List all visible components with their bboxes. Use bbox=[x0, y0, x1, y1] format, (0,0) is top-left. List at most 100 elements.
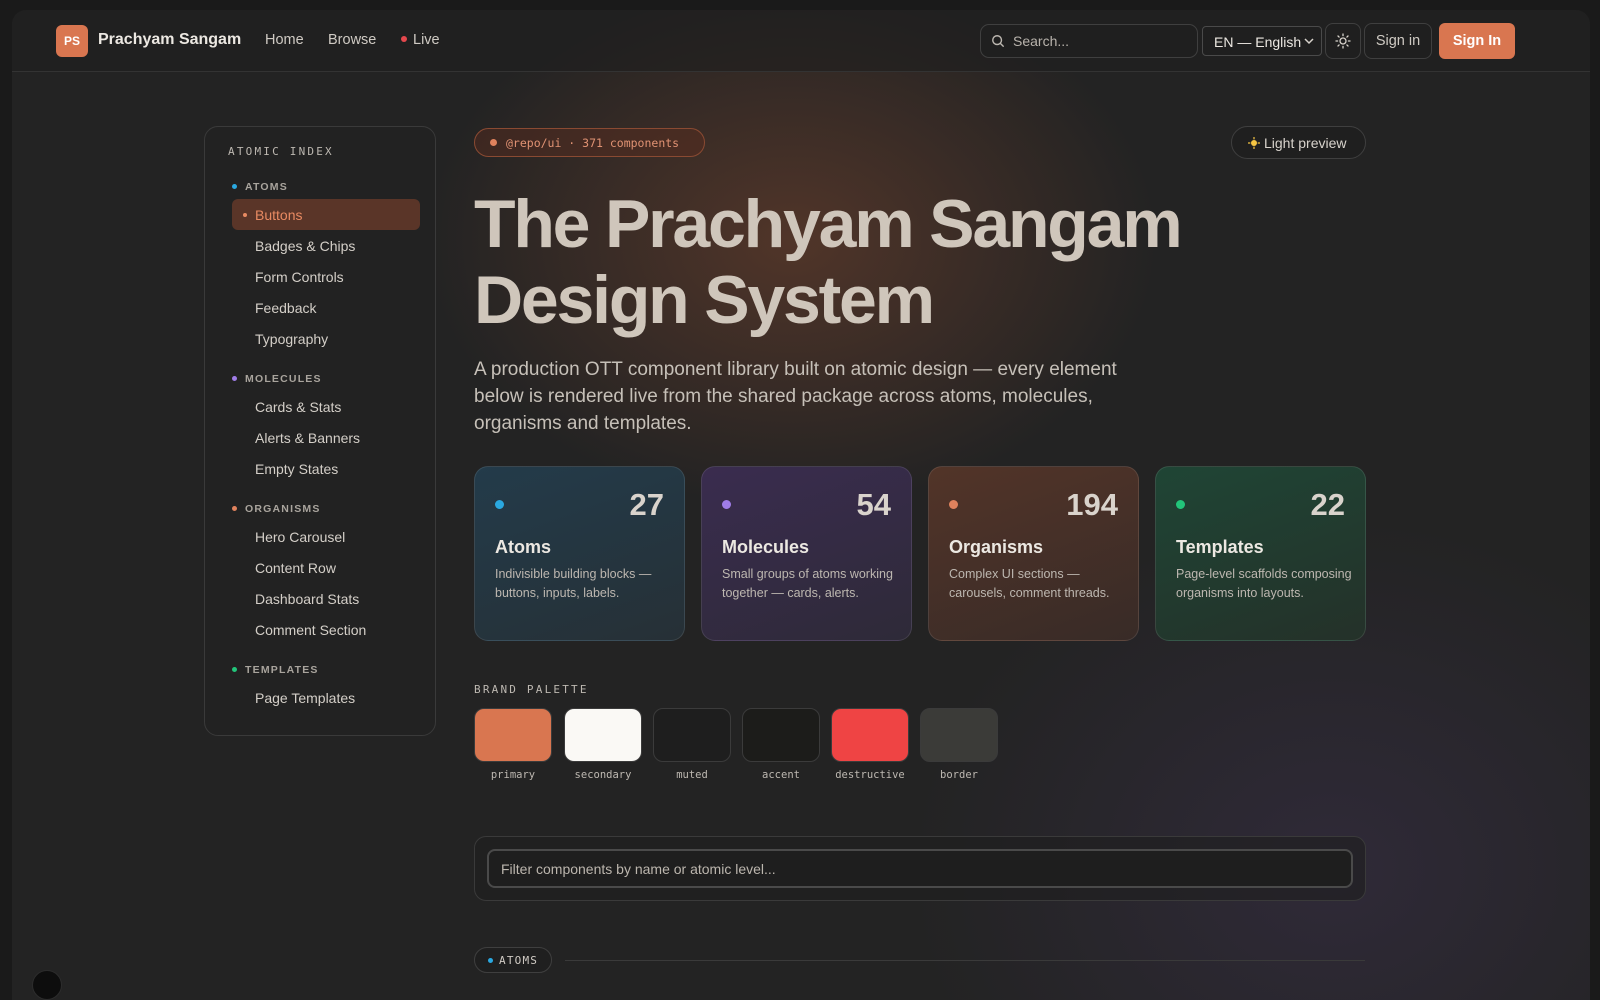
sidebar-group-templates: TEMPLATES bbox=[232, 664, 319, 676]
sidebar-item-badges-chips[interactable]: Badges & Chips bbox=[232, 230, 420, 261]
stat-title: Atoms bbox=[495, 537, 552, 557]
search-box[interactable] bbox=[980, 24, 1198, 58]
light-preview-button[interactable]: Light preview bbox=[1231, 126, 1366, 159]
sun-icon bbox=[1247, 136, 1261, 150]
page-description: A production OTT component library built… bbox=[474, 359, 1117, 434]
nav-live-link[interactable]: Live bbox=[401, 32, 440, 48]
section-divider bbox=[565, 960, 1365, 961]
stat-card-molecules[interactable]: 54 Molecules Small groups of atoms worki… bbox=[701, 466, 912, 641]
swatch-color bbox=[742, 708, 820, 762]
stat-card-organisms[interactable]: 194 Organisms Complex UI sections — caro… bbox=[928, 466, 1139, 641]
sidebar-item-dashboard-stats[interactable]: Dashboard Stats bbox=[232, 583, 420, 614]
swatch-color bbox=[831, 708, 909, 762]
sidebar-title: ATOMIC INDEX bbox=[228, 145, 334, 158]
swatch-color bbox=[653, 708, 731, 762]
sidebar-item-form-controls[interactable]: Form Controls bbox=[232, 261, 420, 292]
swatch-color bbox=[474, 708, 552, 762]
swatch-label: accent bbox=[762, 769, 800, 781]
swatch-label: secondary bbox=[574, 769, 632, 781]
sidebar-item-alerts-banners[interactable]: Alerts & Banners bbox=[232, 422, 420, 453]
nav-live-label: Live bbox=[413, 32, 440, 48]
sidebar-item-typography[interactable]: Typography bbox=[232, 323, 420, 354]
sign-in-ghost-button[interactable]: Sign in bbox=[1364, 23, 1432, 59]
stat-description: Complex UI sections — carousels, comment… bbox=[949, 567, 1110, 600]
light-preview-label: Light preview bbox=[1264, 135, 1347, 151]
swatch-border[interactable]: border bbox=[920, 708, 998, 781]
sidebar-group-label: ATOMS bbox=[245, 181, 288, 193]
theme-toggle-button[interactable] bbox=[1325, 23, 1361, 59]
sidebar-group-molecules: MOLECULES bbox=[232, 373, 322, 385]
stat-card-atoms[interactable]: 27 Atoms Indivisible building blocks — b… bbox=[474, 466, 685, 641]
swatch-destructive[interactable]: destructive bbox=[831, 708, 909, 781]
atomic-index-sidebar: ATOMIC INDEX ATOMS Buttons Badges & Chip… bbox=[204, 126, 436, 736]
logo[interactable]: PS bbox=[56, 25, 88, 57]
sidebar-item-buttons[interactable]: Buttons bbox=[232, 199, 420, 230]
stat-title: Molecules bbox=[722, 537, 810, 557]
active-dot bbox=[243, 213, 247, 217]
sidebar-item-page-templates[interactable]: Page Templates bbox=[232, 682, 420, 713]
sidebar-group-label: TEMPLATES bbox=[245, 664, 319, 676]
swatch-label: destructive bbox=[835, 769, 905, 781]
language-select[interactable]: EN — English bbox=[1202, 26, 1322, 56]
stat-card-templates[interactable]: 22 Templates Page-level scaffolds compos… bbox=[1155, 466, 1366, 641]
chevron-down-icon bbox=[1304, 38, 1314, 45]
sidebar-group-organisms: ORGANISMS bbox=[232, 503, 321, 515]
search-input[interactable] bbox=[1013, 25, 1193, 57]
brand-palette-label: BRAND PALETTE bbox=[474, 683, 589, 696]
floating-corner-button[interactable] bbox=[32, 970, 62, 1000]
sidebar-item-cards-stats[interactable]: Cards & Stats bbox=[232, 391, 420, 422]
live-indicator-dot bbox=[401, 36, 407, 43]
app-window: PS Prachyam Sangam Home Browse Live EN —… bbox=[12, 10, 1590, 1000]
atoms-dot bbox=[495, 500, 504, 509]
search-icon bbox=[992, 35, 1004, 47]
stat-description: Indivisible building blocks — buttons, i… bbox=[495, 567, 652, 600]
sidebar-group-label: MOLECULES bbox=[245, 373, 322, 385]
stat-title: Organisms bbox=[949, 537, 1044, 557]
sidebar-item-feedback[interactable]: Feedback bbox=[232, 292, 420, 323]
swatch-color bbox=[564, 708, 642, 762]
sidebar-group-label: ORGANISMS bbox=[245, 503, 321, 515]
nav-browse-link[interactable]: Browse bbox=[328, 32, 376, 48]
section-label: ATOMS bbox=[499, 954, 539, 967]
atoms-dot bbox=[232, 184, 237, 189]
sun-icon bbox=[1335, 33, 1351, 49]
swatch-label: border bbox=[940, 769, 978, 781]
templates-dot bbox=[232, 667, 237, 672]
language-select-value: EN — English bbox=[1214, 34, 1302, 50]
page-title-line1: The Prachyam Sangam bbox=[474, 186, 1183, 262]
sidebar-item-comment-section[interactable]: Comment Section bbox=[232, 614, 420, 645]
stat-title: Templates bbox=[1176, 537, 1264, 557]
pill-label: @repo/ui · 371 components bbox=[506, 136, 680, 150]
sidebar-item-label: Buttons bbox=[255, 207, 303, 223]
swatch-label: primary bbox=[490, 769, 536, 781]
atoms-dot bbox=[488, 958, 493, 963]
swatch-accent[interactable]: accent bbox=[742, 708, 820, 781]
swatch-muted[interactable]: muted bbox=[653, 708, 731, 781]
stat-count: 27 bbox=[629, 487, 664, 522]
filter-components-input[interactable] bbox=[487, 849, 1353, 888]
brand-name[interactable]: Prachyam Sangam bbox=[98, 31, 241, 49]
organisms-dot bbox=[949, 500, 958, 509]
swatch-secondary[interactable]: secondary bbox=[564, 708, 642, 781]
swatch-primary[interactable]: primary bbox=[474, 708, 552, 781]
stat-count: 194 bbox=[1066, 487, 1118, 522]
stat-description: Page-level scaffolds composing organisms… bbox=[1176, 567, 1352, 600]
sidebar-item-empty-states[interactable]: Empty States bbox=[232, 453, 420, 484]
page-title-line2: Design System bbox=[474, 262, 935, 338]
sidebar-group-atoms: ATOMS bbox=[232, 181, 288, 193]
templates-dot bbox=[1176, 500, 1185, 509]
filter-panel bbox=[474, 836, 1366, 901]
molecules-dot bbox=[232, 376, 237, 381]
sign-in-primary-button[interactable]: Sign In bbox=[1439, 23, 1515, 59]
top-navbar: PS Prachyam Sangam Home Browse Live EN —… bbox=[12, 10, 1590, 72]
component-count-pill: @repo/ui · 371 components bbox=[474, 128, 705, 157]
swatch-color bbox=[920, 708, 998, 762]
nav-home-link[interactable]: Home bbox=[265, 32, 304, 48]
section-atoms-chip: ATOMS bbox=[474, 947, 552, 973]
molecules-dot bbox=[722, 500, 731, 509]
stat-count: 22 bbox=[1310, 487, 1345, 522]
sidebar-item-hero-carousel[interactable]: Hero Carousel bbox=[232, 521, 420, 552]
stat-description: Small groups of atoms working together —… bbox=[722, 567, 893, 600]
sidebar-item-content-row[interactable]: Content Row bbox=[232, 552, 420, 583]
page-title: The Prachyam Sangam Design System bbox=[474, 186, 1254, 338]
